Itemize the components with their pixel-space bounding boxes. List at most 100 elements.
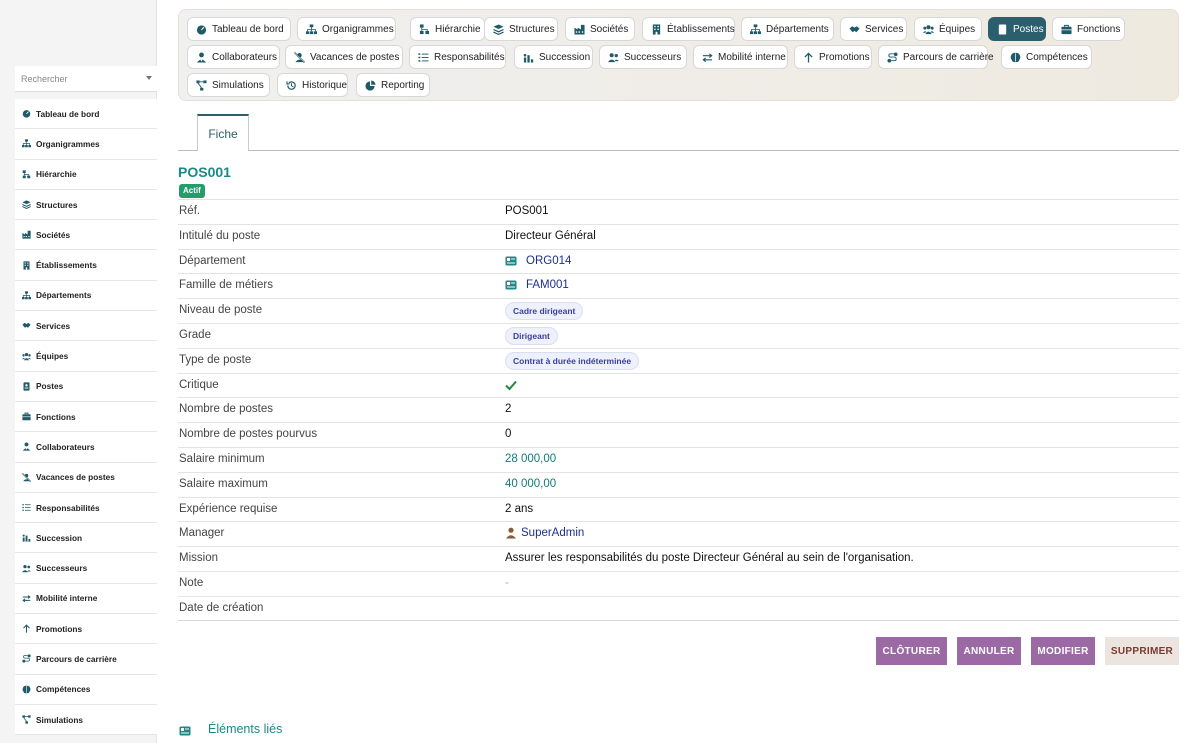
sidebar-item[interactable]: Postes (15, 371, 157, 402)
field-row: Réf. POS001 (178, 199, 1179, 224)
list-icon (418, 52, 429, 63)
nav-chip[interactable]: Services (840, 17, 907, 41)
sidebar-search-select[interactable]: Rechercher (15, 66, 157, 92)
sidebar-item[interactable]: Organigrammes (15, 129, 157, 160)
field-row: Niveau de poste Cadre dirigeant (178, 298, 1179, 323)
nav-chip[interactable]: Successeurs (599, 45, 687, 69)
sidebar-item[interactable]: Promotions (15, 614, 157, 645)
nav-chip[interactable]: Départements (741, 17, 834, 41)
succession-icon (523, 52, 534, 63)
exchange-icon (702, 52, 713, 63)
sidebar-item[interactable]: Départements (15, 280, 157, 312)
nav-chip[interactable]: Reporting (356, 73, 430, 97)
field-row: Expérience requise 2 ans (178, 496, 1179, 522)
sidebar-item[interactable]: Hiérarchie (15, 159, 157, 190)
field-row: Grade Dirigeant (178, 322, 1179, 348)
sidebar-item[interactable]: Mobilité interne (15, 583, 157, 615)
nav-chip[interactable]: Promotions (794, 45, 872, 69)
field-value[interactable]: SuperAdmin (505, 527, 584, 539)
nav-chip[interactable]: Succession (514, 45, 593, 69)
nav-chip[interactable]: Hiérarchie (410, 17, 485, 41)
nav-chip[interactable]: Simulations (187, 73, 270, 97)
nav-chip-label: Postes (1013, 23, 1044, 35)
sidebar-item[interactable]: Vacances de postes (15, 462, 157, 493)
field-row: Département ORG014 (178, 248, 1179, 274)
nav-chip[interactable]: Organigrammes (297, 17, 396, 41)
nav-chip[interactable]: Structures (484, 17, 558, 41)
field-label: Réf. (179, 205, 201, 217)
field-row: Type de poste Contrat à durée indéterminé… (178, 347, 1179, 373)
nav-chip[interactable]: Historique (277, 73, 348, 97)
sidebar-item[interactable]: Services (15, 311, 157, 342)
nav-chip-label: Équipes (939, 23, 976, 35)
field-link-text[interactable]: FAM001 (526, 279, 569, 291)
field-value: 0 (505, 428, 512, 441)
field-link-text[interactable]: SuperAdmin (521, 527, 584, 539)
arrow-up-icon (21, 624, 31, 634)
sidebar-item-label: Promotions (36, 623, 83, 634)
sidebar-item[interactable]: Fonctions (15, 401, 157, 433)
sidebar-item[interactable]: Parcours de carrière (15, 644, 157, 675)
nav-chip-label: Simulations (212, 79, 264, 91)
nav-chip[interactable]: Tableau de bord (187, 17, 291, 41)
nav-chip[interactable]: Vacances de postes (285, 45, 403, 69)
sidebar-item[interactable]: Succession (15, 523, 157, 554)
sidebar-item[interactable]: Sociétés (15, 220, 157, 251)
sidebar-item[interactable]: Équipes (15, 341, 157, 372)
nav-chip-label: Vacances de postes (310, 51, 400, 63)
dashboard-icon (21, 109, 31, 119)
field-value[interactable]: FAM001 (505, 279, 569, 291)
nav-chip-label: Historique (302, 79, 348, 91)
nav-chip[interactable]: Fonctions (1052, 17, 1125, 41)
industry-icon (21, 230, 31, 240)
user-friends-icon (21, 563, 31, 573)
exchange-icon (21, 593, 31, 603)
hierarchy-icon (419, 23, 430, 35)
tab-fiche[interactable]: Fiche (197, 114, 249, 151)
field-label: Expérience requise (179, 502, 278, 515)
sidebar-item[interactable]: Établissements (15, 250, 157, 281)
sidebar-item-label: Simulations (36, 714, 84, 725)
cloturer-button[interactable]: CLÔTURER (876, 637, 947, 665)
field-value[interactable]: ORG014 (505, 255, 571, 267)
tab-bar: Fiche (178, 114, 1179, 151)
arrow-up-icon (803, 51, 814, 63)
users-icon (923, 24, 934, 35)
field-link-text[interactable]: ORG014 (526, 255, 571, 267)
field-label: Grade (179, 328, 211, 341)
sidebar-item[interactable]: Responsabilités (15, 492, 157, 524)
sidebar-item[interactable]: Tableau de bord (15, 99, 157, 130)
sidebar-item-label: Parcours de carrière (36, 653, 117, 664)
sidebar-item-label: Services (36, 320, 71, 331)
sidebar-item-label: Tableau de bord (36, 108, 100, 119)
sidebar-item-label: Établissements (36, 260, 97, 271)
nav-chip[interactable]: Établissements (642, 17, 735, 41)
linked-elements-title[interactable]: Éléments liés (208, 722, 282, 736)
nav-chip[interactable]: Collaborateurs (187, 45, 280, 69)
supprimer-button[interactable]: SUPPRIMER (1105, 637, 1179, 665)
nav-chip-label: Promotions (819, 51, 870, 63)
sidebar-item[interactable]: Collaborateurs (15, 432, 157, 463)
nav-chip[interactable]: Postes (988, 17, 1046, 41)
org-card-icon (179, 724, 191, 736)
nav-chip[interactable]: Responsabilités (409, 45, 506, 69)
sidebar-item-label: Organigrammes (36, 138, 100, 149)
nav-chip[interactable]: Sociétés (565, 17, 635, 41)
nav-chip[interactable]: Parcours de carrière (878, 45, 994, 69)
nav-chip[interactable]: Mobilité interne (693, 45, 788, 69)
detail-fields: Réf. POS001 Intitulé du poste Directeur Gén… (178, 199, 1179, 621)
modifier-button[interactable]: MODIFIER (1031, 637, 1095, 665)
check-icon (505, 379, 517, 391)
annuler-button[interactable]: ANNULER (957, 637, 1021, 665)
sidebar-item[interactable]: Simulations (15, 704, 157, 736)
sidebar-item[interactable]: Compétences (15, 674, 157, 705)
org-card-icon (505, 255, 517, 267)
sidebar-item-label: Postes (36, 381, 64, 392)
briefcase-icon (21, 412, 31, 422)
nav-chip[interactable]: Compétences (1001, 45, 1092, 69)
sidebar-item[interactable]: Structures (15, 189, 157, 221)
field-pill: Dirigeant (505, 326, 558, 345)
sidebar-item[interactable]: Successeurs (15, 553, 157, 584)
nav-chip[interactable]: Équipes (914, 17, 982, 41)
hierarchy-icon (21, 169, 31, 179)
